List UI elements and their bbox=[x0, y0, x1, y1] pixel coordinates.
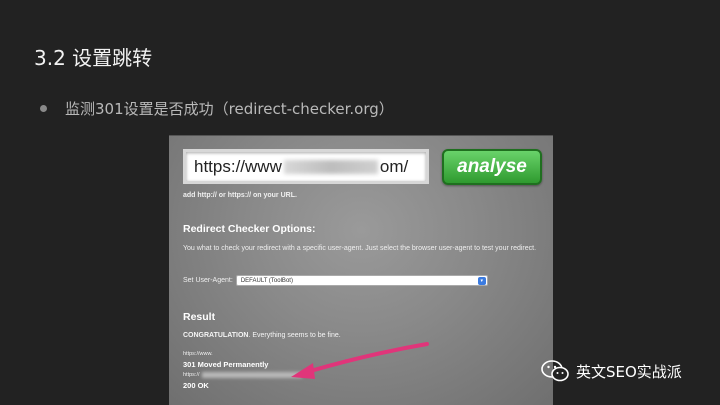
redirect-checker-screenshot: https://www om/ analyse add http:// or h… bbox=[169, 135, 553, 405]
url-suffix: om/ bbox=[379, 156, 409, 176]
bullet-item: 监测301设置是否成功（redirect-checker.org） bbox=[40, 98, 394, 119]
user-agent-select[interactable]: DEFAULT (ToolBot) ▾ bbox=[235, 275, 488, 286]
result-heading: Result bbox=[183, 311, 216, 323]
result-status-1: 301 Moved Permanently bbox=[183, 360, 269, 369]
user-agent-value: DEFAULT (ToolBot) bbox=[240, 277, 293, 284]
result-url-2-text: https:// bbox=[183, 372, 200, 378]
pink-arrow-icon bbox=[291, 342, 429, 379]
watermark: 英文SEO实战派 bbox=[540, 358, 682, 384]
user-agent-row: Set User-Agent: DEFAULT (ToolBot) ▾ bbox=[183, 275, 488, 286]
slide-title: 3.2 设置跳转 bbox=[34, 46, 153, 70]
watermark-text: 英文SEO实战派 bbox=[576, 362, 682, 381]
result-url-1[interactable]: https://www. bbox=[183, 351, 213, 357]
congrats-strong: CONGRATULATION bbox=[183, 332, 249, 339]
url-input[interactable]: https://www om/ bbox=[183, 149, 429, 184]
result-status-2: 200 OK bbox=[183, 381, 209, 390]
url-blurred-domain bbox=[283, 159, 378, 174]
url-prefix: https://www bbox=[194, 156, 282, 176]
select-arrow-icon: ▾ bbox=[477, 277, 486, 285]
bullet-dot bbox=[40, 105, 47, 112]
options-description: You what to check your redirect with a s… bbox=[183, 245, 537, 252]
user-agent-label: Set User-Agent: bbox=[183, 277, 233, 284]
url-hint: add http:// or https:// on your URL. bbox=[183, 192, 297, 199]
wechat-icon bbox=[541, 360, 569, 382]
options-heading: Redirect Checker Options: bbox=[183, 223, 316, 235]
analyse-button[interactable]: analyse bbox=[442, 149, 542, 185]
bullet-text: 监测301设置是否成功（redirect-checker.org） bbox=[65, 100, 394, 118]
